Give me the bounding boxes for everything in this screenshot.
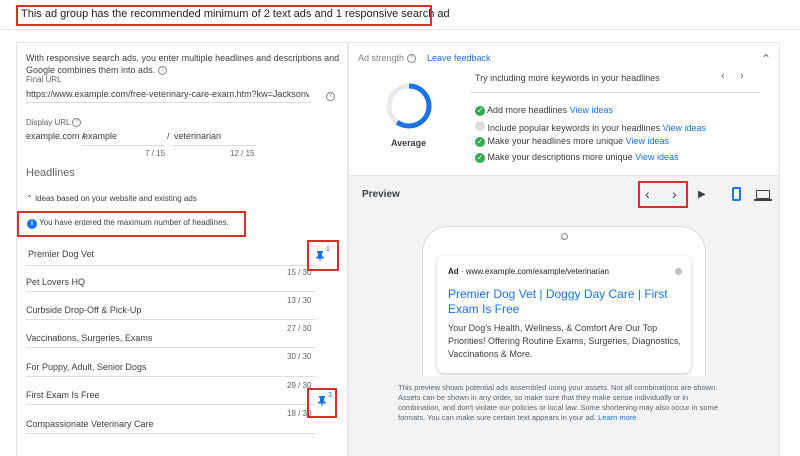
ad-strength-rating: Average — [391, 138, 427, 148]
desktop-view-icon[interactable] — [756, 190, 770, 199]
phone-camera — [561, 233, 568, 240]
notice-highlight — [17, 211, 246, 237]
desktop-stand — [754, 199, 772, 201]
strength-item-text: Make your descriptions more unique — [487, 152, 633, 162]
view-ideas-link[interactable]: View ideas — [570, 105, 613, 115]
tip-divider — [470, 92, 760, 93]
headline-underline-7 — [26, 433, 316, 434]
path-separator: / — [167, 131, 170, 141]
headline-input-6[interactable]: First Exam Is Free — [26, 390, 100, 400]
strength-item-4: ✓ Make your descriptions more unique Vie… — [475, 152, 678, 163]
ad-strength-gauge — [386, 83, 432, 129]
display-url-label: Display URL ? — [26, 118, 82, 128]
ideas-label: Ideas based on your website and existing… — [34, 194, 197, 203]
learn-more-link[interactable]: Learn more — [598, 413, 636, 422]
headline-count-3: 27 / 30 — [287, 324, 312, 333]
ideas-toggle[interactable]: ⌃ Ideas based on your website and existi… — [26, 194, 197, 203]
ad-strength-help-icon[interactable]: ? — [406, 54, 416, 64]
path1-input[interactable]: example — [83, 131, 117, 141]
strength-item-text: Add more headlines — [487, 105, 568, 115]
path1-char-count: 7 / 15 — [145, 149, 166, 158]
final-url-underline — [26, 102, 311, 103]
intro-text-line2: Google combines them into ads. ? — [26, 65, 167, 76]
path2-underline — [172, 145, 256, 146]
strength-tip: Try including more keywords in your head… — [475, 73, 660, 83]
ad-url-line: Ad · www.example.com/example/veterinaria… — [448, 267, 609, 276]
tip-prev-icon[interactable]: ‹ — [721, 70, 725, 82]
display-url-label-text: Display URL — [26, 118, 71, 127]
path1-underline — [82, 145, 165, 146]
final-url-help-icon[interactable]: ? — [326, 88, 335, 106]
ad-info-icon[interactable] — [675, 268, 682, 275]
strength-item-3: ✓ Make your headlines more unique View i… — [475, 136, 669, 147]
headline-input-5[interactable]: For Puppy, Adult, Senior Dogs — [26, 362, 146, 372]
headline-input-1[interactable]: Premier Dog Vet — [28, 249, 94, 259]
help-icon[interactable]: ? — [157, 66, 167, 76]
final-url-input[interactable]: https://www.example.com/free-veterinary-… — [26, 89, 309, 99]
check-icon: ✓ — [475, 137, 485, 147]
preview-title: Preview — [362, 189, 400, 200]
final-url-label: Final URL — [26, 75, 62, 84]
headline-underline-4 — [26, 347, 316, 348]
chevron-up-icon: ⌃ — [26, 194, 33, 203]
headline-input-3[interactable]: Curbside Drop-Off & Pick-Up — [26, 305, 141, 315]
ad-headline-line2[interactable]: Exam Is Free — [448, 302, 519, 316]
leave-feedback-link[interactable]: Leave feedback — [427, 53, 491, 63]
path2-input[interactable]: veterinarian — [174, 131, 221, 141]
intro-text-line1: With responsive search ads, you enter mu… — [26, 53, 340, 63]
disclaimer-line4-text: formats. You can make sure certain text … — [398, 413, 597, 422]
ad-description-line1: Your Dog's Health, Wellness, & Comfort A… — [448, 323, 658, 333]
headline-count-4: 30 / 30 — [287, 352, 312, 361]
headline-underline-3 — [26, 319, 316, 320]
headline-underline-1 — [26, 265, 316, 266]
collapse-icon[interactable]: ⌃ — [761, 52, 771, 66]
preview-disclaimer-line3: combination, and don't violate our polic… — [398, 403, 718, 412]
intro-text-line2-label: Google combines them into ads. — [26, 65, 156, 75]
ad-badge: Ad — [448, 267, 459, 276]
play-icon[interactable]: ▶ — [698, 189, 706, 200]
check-icon: ✓ — [475, 106, 485, 116]
headline-input-4[interactable]: Vaccinations, Surgeries, Exams — [26, 333, 152, 343]
headline-count-2: 13 / 30 — [287, 296, 312, 305]
path2-char-count: 12 / 15 — [230, 149, 255, 158]
headline-input-7[interactable]: Compassionate Veterinary Care — [26, 419, 154, 429]
strength-item-2: Include popular keywords in your headlin… — [475, 121, 706, 133]
strength-item-1: ✓ Add more headlines View ideas — [475, 105, 613, 116]
display-url-help-icon[interactable]: ? — [72, 118, 82, 128]
ad-headline-line1[interactable]: Premier Dog Vet | Doggy Day Care | First — [448, 287, 668, 301]
view-ideas-link[interactable]: View ideas — [626, 136, 669, 146]
tip-next-icon[interactable]: › — [740, 70, 744, 82]
strength-item-text: Include popular keywords in your headlin… — [487, 123, 661, 133]
view-ideas-link[interactable]: View ideas — [635, 152, 678, 162]
preview-disclaimer-line4: formats. You can make sure certain text … — [398, 413, 636, 422]
ad-description-line2: Priorities! Offering Routine Exams, Surg… — [448, 336, 681, 346]
mobile-view-icon[interactable] — [732, 187, 741, 201]
ad-strength-label: Ad strength ? — [358, 53, 416, 64]
ad-display-url: www.example.com/example/veterinarian — [465, 267, 609, 276]
ad-description-line3: Vaccinations & More. — [448, 349, 533, 359]
preview-nav-highlight — [638, 181, 688, 208]
headline-underline-5 — [26, 376, 316, 377]
separator: · — [460, 267, 464, 276]
display-url-domain: example.com / — [26, 131, 85, 141]
banner-highlight — [16, 5, 432, 26]
headline-underline-2 — [26, 291, 316, 292]
ad-strength-label-text: Ad strength — [358, 53, 405, 63]
headline-underline-6 — [26, 404, 316, 405]
strength-item-text: Make your headlines more unique — [487, 136, 624, 146]
check-icon: ✓ — [475, 153, 485, 163]
headlines-title: Headlines — [26, 167, 75, 179]
pin-highlight-1 — [307, 240, 339, 271]
view-ideas-link[interactable]: View ideas — [663, 123, 706, 133]
headline-input-2[interactable]: Pet Lovers HQ — [26, 277, 85, 287]
preview-disclaimer-line1: This preview shows potential ads assembl… — [398, 383, 718, 392]
pin-highlight-6 — [307, 388, 337, 418]
preview-disclaimer-line2: Assets can be shown in any order, so mak… — [398, 393, 689, 402]
check-icon — [475, 121, 485, 131]
